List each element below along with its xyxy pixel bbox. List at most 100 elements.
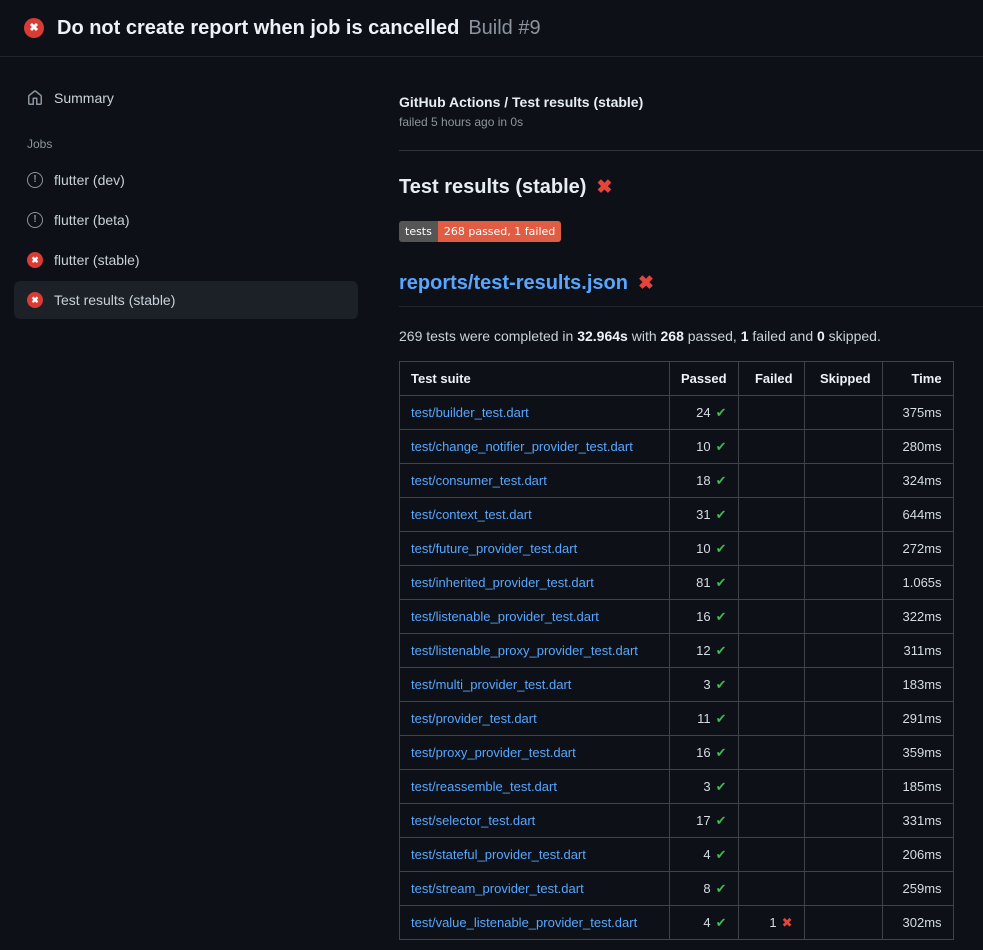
time-cell: 359ms (882, 736, 953, 770)
col-header-failed: Failed (738, 362, 804, 396)
sidebar-item-flutter-beta[interactable]: ! flutter (beta) (14, 201, 358, 239)
check-icon: ✔ (716, 711, 727, 726)
jobs-section-heading: Jobs (27, 137, 358, 151)
time-cell: 324ms (882, 464, 953, 498)
failed-x-icon: ✖ (596, 178, 612, 197)
time-cell: 322ms (882, 600, 953, 634)
time-cell: 291ms (882, 702, 953, 736)
failed-cell (738, 532, 804, 566)
check-icon: ✔ (716, 915, 727, 930)
skipped-cell (804, 634, 882, 668)
check-icon: ✔ (716, 439, 727, 454)
table-header-row: Test suite Passed Failed Skipped Time (400, 362, 954, 396)
failed-status-icon: ✖ (27, 292, 43, 308)
col-header-passed: Passed (670, 362, 739, 396)
time-cell: 206ms (882, 838, 953, 872)
test-suite-link[interactable]: test/provider_test.dart (411, 711, 537, 726)
failed-cell (738, 464, 804, 498)
check-icon: ✔ (716, 677, 727, 692)
test-suite-link[interactable]: test/inherited_provider_test.dart (411, 575, 594, 590)
x-icon: ✖ (782, 915, 793, 930)
sidebar-item-flutter-stable[interactable]: ✖ flutter (stable) (14, 241, 358, 279)
passed-cell: 4✔ (670, 838, 739, 872)
passed-cell: 81✔ (670, 566, 739, 600)
sidebar-item-label: Summary (54, 90, 114, 106)
sidebar-item-label: flutter (dev) (54, 172, 125, 188)
table-row: test/stream_provider_test.dart 8✔ 259ms (400, 872, 954, 906)
time-cell: 331ms (882, 804, 953, 838)
test-suite-link[interactable]: test/future_provider_test.dart (411, 541, 577, 556)
failed-cell (738, 566, 804, 600)
failed-cell (738, 430, 804, 464)
skipped-cell (804, 804, 882, 838)
build-number: Build #9 (468, 17, 540, 40)
badge-value: 268 passed, 1 failed (438, 221, 561, 242)
failed-cell (738, 600, 804, 634)
test-suite-link[interactable]: test/value_listenable_provider_test.dart (411, 915, 637, 930)
table-row: test/consumer_test.dart 18✔ 324ms (400, 464, 954, 498)
sidebar-item-label: flutter (stable) (54, 252, 140, 268)
neutral-status-icon: ! (27, 212, 43, 228)
check-icon: ✔ (716, 881, 727, 896)
test-suite-link[interactable]: test/consumer_test.dart (411, 473, 547, 488)
test-suite-link[interactable]: test/listenable_provider_test.dart (411, 609, 599, 624)
table-row: test/listenable_proxy_provider_test.dart… (400, 634, 954, 668)
failed-cell: 1✖ (738, 906, 804, 940)
test-suite-link[interactable]: test/selector_test.dart (411, 813, 535, 828)
build-title: Do not create report when job is cancell… (57, 17, 459, 40)
tests-badge: tests 268 passed, 1 failed (399, 221, 561, 242)
test-suite-link[interactable]: test/multi_provider_test.dart (411, 677, 571, 692)
build-failed-status-icon: ✖ (24, 18, 44, 38)
check-icon: ✔ (716, 507, 727, 522)
test-suite-link[interactable]: test/reassemble_test.dart (411, 779, 557, 794)
section-title: Test results (stable) (399, 176, 586, 199)
failed-cell (738, 702, 804, 736)
passed-cell: 16✔ (670, 736, 739, 770)
sidebar-item-summary[interactable]: Summary (14, 79, 358, 117)
check-icon: ✔ (716, 643, 727, 658)
table-row: test/selector_test.dart 17✔ 331ms (400, 804, 954, 838)
time-cell: 1.065s (882, 566, 953, 600)
check-icon: ✔ (716, 405, 727, 420)
report-file-link[interactable]: reports/test-results.json (399, 272, 628, 295)
summary-failed: 1 (741, 328, 749, 344)
sidebar-item-test-results-stable[interactable]: ✖ Test results (stable) (14, 281, 358, 319)
check-icon: ✔ (716, 813, 727, 828)
skipped-cell (804, 872, 882, 906)
run-meta: failed 5 hours ago in 0s (399, 115, 983, 129)
test-suite-link[interactable]: test/stateful_provider_test.dart (411, 847, 586, 862)
test-suite-link[interactable]: test/listenable_proxy_provider_test.dart (411, 643, 638, 658)
check-icon: ✔ (716, 779, 727, 794)
passed-cell: 18✔ (670, 464, 739, 498)
summary-line: 269 tests were completed in 32.964s with… (399, 328, 983, 344)
table-row: test/listenable_provider_test.dart 16✔ 3… (400, 600, 954, 634)
section-heading: Test results (stable) ✖ (399, 176, 983, 199)
breadcrumb: GitHub Actions / Test results (stable) (399, 94, 983, 110)
sidebar-item-flutter-dev[interactable]: ! flutter (dev) (14, 161, 358, 199)
table-row: test/reassemble_test.dart 3✔ 185ms (400, 770, 954, 804)
passed-cell: 8✔ (670, 872, 739, 906)
col-header-time: Time (882, 362, 953, 396)
skipped-cell (804, 906, 882, 940)
test-suite-link[interactable]: test/proxy_provider_test.dart (411, 745, 576, 760)
time-cell: 644ms (882, 498, 953, 532)
table-row: test/change_notifier_provider_test.dart … (400, 430, 954, 464)
time-cell: 302ms (882, 906, 953, 940)
sidebar-item-label: Test results (stable) (54, 292, 175, 308)
time-cell: 311ms (882, 634, 953, 668)
home-icon (27, 90, 43, 106)
test-suite-link[interactable]: test/change_notifier_provider_test.dart (411, 439, 633, 454)
test-suite-link[interactable]: test/stream_provider_test.dart (411, 881, 584, 896)
passed-cell: 24✔ (670, 396, 739, 430)
skipped-cell (804, 498, 882, 532)
sidebar: Summary Jobs ! flutter (dev) ! flutter (… (0, 57, 370, 940)
test-suite-link[interactable]: test/context_test.dart (411, 507, 532, 522)
table-row: test/provider_test.dart 11✔ 291ms (400, 702, 954, 736)
failed-x-icon: ✖ (638, 274, 654, 293)
skipped-cell (804, 600, 882, 634)
test-suite-link[interactable]: test/builder_test.dart (411, 405, 529, 420)
check-icon: ✔ (716, 575, 727, 590)
failed-cell (738, 770, 804, 804)
passed-cell: 17✔ (670, 804, 739, 838)
time-cell: 259ms (882, 872, 953, 906)
